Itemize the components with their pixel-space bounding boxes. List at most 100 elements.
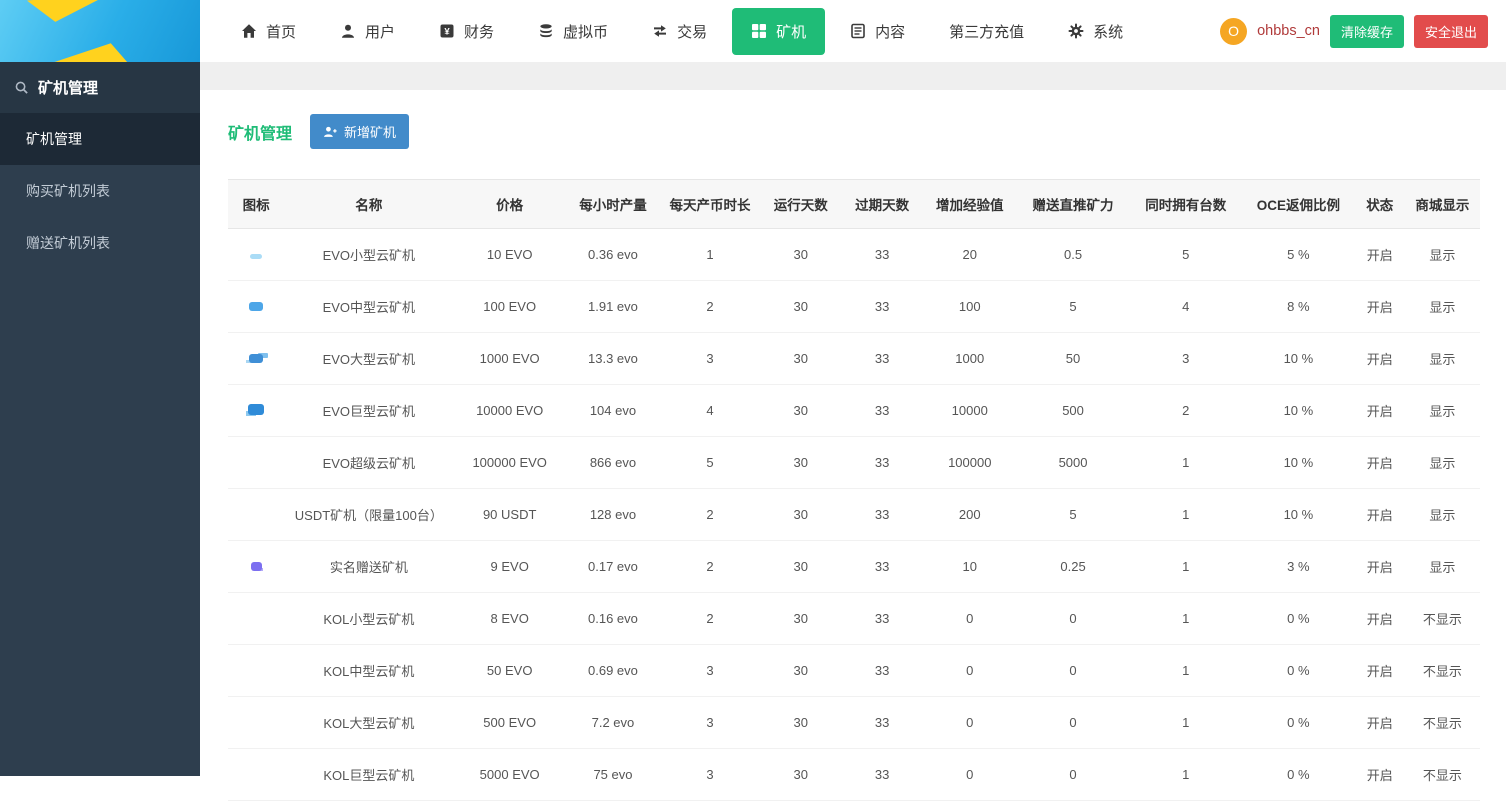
cell-hourly-output: 75 evo <box>566 749 660 801</box>
nav-item-3[interactable]: ¥财务 <box>420 8 513 55</box>
cell-oce-rebate: 10 % <box>1242 437 1355 489</box>
cell-status: 开启 <box>1355 749 1405 801</box>
cell-hourly-output: 0.69 evo <box>566 645 660 697</box>
table-row: KOL巨型云矿机5000 EVO75 evo330330010 %开启不显示 <box>228 749 1480 801</box>
cell-shop-visible: 显示 <box>1405 333 1480 385</box>
table-body: EVO小型云矿机10 EVO0.36 evo13033200.555 %开启显示… <box>228 229 1480 801</box>
cell-shop-visible: 不显示 <box>1405 645 1480 697</box>
cell-exp-gain: 0 <box>923 645 1017 697</box>
coins-icon <box>538 23 554 39</box>
cell-direct-push-power: 0 <box>1017 697 1130 749</box>
cell-max-owned: 1 <box>1129 437 1242 489</box>
add-machine-button[interactable]: 新增矿机 <box>310 114 409 149</box>
cell-exp-gain: 20 <box>923 229 1017 281</box>
cell-hourly-output: 0.16 evo <box>566 593 660 645</box>
logo-triangle-top <box>27 0 117 25</box>
cell-expire-days: 33 <box>841 229 922 281</box>
add-person-icon <box>323 125 337 139</box>
clear-cache-button[interactable]: 清除缓存 <box>1330 15 1404 48</box>
sidebar-item-1[interactable]: 矿机管理 <box>0 113 200 165</box>
cell-expire-days: 33 <box>841 593 922 645</box>
table-row: USDT矿机（限量100台）90 USDT128 evo230332005110… <box>228 489 1480 541</box>
logo-triangle-bottom <box>51 39 134 62</box>
nav-item-5[interactable]: 交易 <box>633 8 726 55</box>
machine-icon <box>250 254 262 259</box>
cell-name: EVO超级云矿机 <box>284 437 453 489</box>
cell-status: 开启 <box>1355 489 1405 541</box>
nav-item-label: 用户 <box>365 21 395 42</box>
cell-daily-coin-hours: 3 <box>660 697 760 749</box>
machine-icon <box>249 302 263 311</box>
col-header-hourly-output: 每小时产量 <box>566 180 660 229</box>
cell-shop-visible: 显示 <box>1405 385 1480 437</box>
machines-table: 图标名称价格每小时产量每天产币时长运行天数过期天数增加经验值赠送直推矿力同时拥有… <box>228 179 1480 801</box>
cell-daily-coin-hours: 2 <box>660 489 760 541</box>
cell-oce-rebate: 0 % <box>1242 645 1355 697</box>
nav-item-1[interactable]: 首页 <box>222 8 315 55</box>
nav-item-9[interactable]: 系统 <box>1049 8 1142 55</box>
cell-run-days: 30 <box>760 333 841 385</box>
logout-button[interactable]: 安全退出 <box>1414 15 1488 48</box>
cell-status: 开启 <box>1355 385 1405 437</box>
cell-daily-coin-hours: 2 <box>660 541 760 593</box>
col-header-shop-visible: 商城显示 <box>1405 180 1480 229</box>
cell-oce-rebate: 5 % <box>1242 229 1355 281</box>
cell-oce-rebate: 3 % <box>1242 541 1355 593</box>
nav-item-6[interactable]: 矿机 <box>732 8 825 55</box>
cell-name: EVO小型云矿机 <box>284 229 453 281</box>
col-header-max-owned: 同时拥有台数 <box>1129 180 1242 229</box>
cell-expire-days: 33 <box>841 749 922 801</box>
cell-status: 开启 <box>1355 333 1405 385</box>
cell-exp-gain: 0 <box>923 749 1017 801</box>
nav-item-label: 第三方充值 <box>949 21 1024 42</box>
cell-daily-coin-hours: 4 <box>660 385 760 437</box>
cell-shop-visible: 显示 <box>1405 281 1480 333</box>
page-title: 矿机管理 <box>228 120 292 144</box>
cell-shop-visible: 显示 <box>1405 489 1480 541</box>
avatar[interactable]: O <box>1220 18 1247 45</box>
cell-status: 开启 <box>1355 437 1405 489</box>
nav-item-7[interactable]: 内容 <box>831 8 924 55</box>
table-row: EVO小型云矿机10 EVO0.36 evo13033200.555 %开启显示 <box>228 229 1480 281</box>
cell-run-days: 30 <box>760 697 841 749</box>
col-header-direct-push-power: 赠送直推矿力 <box>1017 180 1130 229</box>
col-header-oce-rebate: OCE返佣比例 <box>1242 180 1355 229</box>
cell-icon <box>228 281 284 333</box>
cell-icon <box>228 385 284 437</box>
cell-max-owned: 1 <box>1129 593 1242 645</box>
cell-price: 9 EVO <box>453 541 566 593</box>
cell-direct-push-power: 0 <box>1017 593 1130 645</box>
cell-daily-coin-hours: 3 <box>660 749 760 801</box>
cell-exp-gain: 0 <box>923 593 1017 645</box>
nav-item-label: 系统 <box>1093 21 1123 42</box>
nav-item-8[interactable]: 第三方充值 <box>930 8 1043 55</box>
nav-item-2[interactable]: 用户 <box>321 8 414 55</box>
cell-expire-days: 33 <box>841 697 922 749</box>
cell-shop-visible: 不显示 <box>1405 593 1480 645</box>
cell-price: 50 EVO <box>453 645 566 697</box>
username[interactable]: ohbbs_cn <box>1257 23 1320 39</box>
sidebar-item-3[interactable]: 赠送矿机列表 <box>0 217 200 269</box>
cell-name: EVO巨型云矿机 <box>284 385 453 437</box>
cell-price: 8 EVO <box>453 593 566 645</box>
cell-price: 90 USDT <box>453 489 566 541</box>
cell-price: 100 EVO <box>453 281 566 333</box>
cell-name: USDT矿机（限量100台） <box>284 489 453 541</box>
cell-price: 10 EVO <box>453 229 566 281</box>
svg-text:¥: ¥ <box>444 27 450 38</box>
cell-run-days: 30 <box>760 489 841 541</box>
cell-direct-push-power: 500 <box>1017 385 1130 437</box>
cell-direct-push-power: 5 <box>1017 281 1130 333</box>
sidebar-item-2[interactable]: 购买矿机列表 <box>0 165 200 217</box>
cell-icon <box>228 489 284 541</box>
sidebar-menu: 矿机管理购买矿机列表赠送矿机列表 <box>0 113 200 269</box>
cell-expire-days: 33 <box>841 489 922 541</box>
cell-daily-coin-hours: 3 <box>660 333 760 385</box>
cell-run-days: 30 <box>760 437 841 489</box>
cell-name: KOL小型云矿机 <box>284 593 453 645</box>
table-row: KOL大型云矿机500 EVO7.2 evo330330010 %开启不显示 <box>228 697 1480 749</box>
nav-item-4[interactable]: 虚拟币 <box>519 8 627 55</box>
cell-expire-days: 33 <box>841 645 922 697</box>
cell-max-owned: 1 <box>1129 541 1242 593</box>
topbar-user-area: O ohbbs_cn 清除缓存 安全退出 <box>1220 0 1506 62</box>
